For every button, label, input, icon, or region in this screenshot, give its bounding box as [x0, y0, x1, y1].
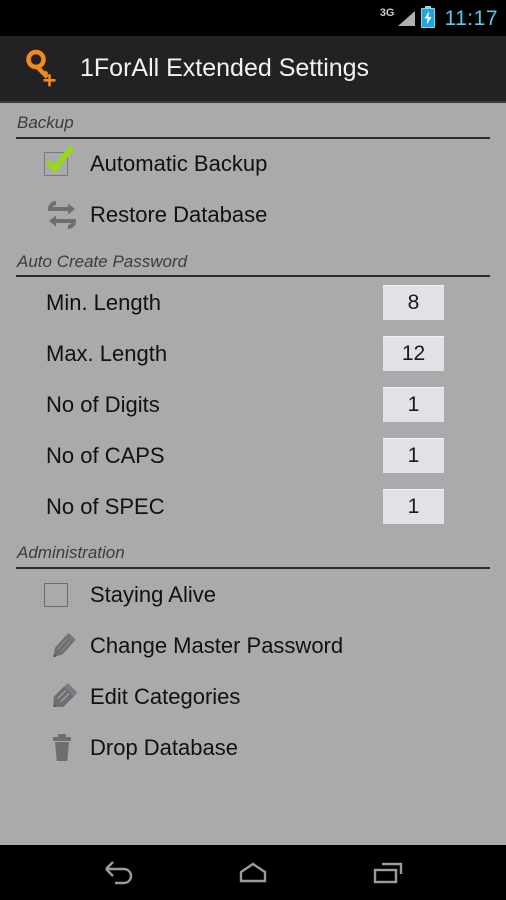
section-header-backup: Backup: [0, 105, 506, 139]
status-bar: 3G 11:17: [0, 0, 506, 36]
recents-glyph: [374, 862, 403, 883]
setting-row-max-length[interactable]: Max. Length 12: [0, 328, 506, 379]
checkbox-checked-icon[interactable]: [44, 145, 75, 177]
setting-label: Min. Length: [46, 289, 161, 315]
settings-list[interactable]: Backup Automatic Backup Restore Database…: [0, 105, 506, 845]
section-header-administration: Administration: [0, 532, 506, 570]
section-title: Backup: [17, 113, 74, 132]
section-title: Auto Create Password: [17, 251, 188, 271]
signal-bars-icon: [397, 10, 415, 26]
restore-loop-glyph: [48, 201, 76, 230]
setting-row-no-of-caps[interactable]: No of CAPS 1: [0, 430, 506, 481]
no-of-caps-input[interactable]: 1: [383, 438, 444, 474]
setting-label: Edit Categories: [90, 683, 241, 709]
setting-label: No of SPEC: [46, 493, 165, 519]
no-of-spec-input[interactable]: 1: [383, 489, 444, 525]
setting-row-no-of-spec[interactable]: No of SPEC 1: [0, 481, 506, 532]
pencil-icon: [44, 629, 80, 663]
navigation-bar: [0, 845, 506, 900]
setting-row-automatic-backup[interactable]: Automatic Backup: [0, 139, 506, 190]
home-glyph: [239, 862, 267, 882]
setting-row-drop-database[interactable]: Drop Database: [0, 722, 506, 773]
battery-charging-icon: [420, 6, 435, 28]
min-length-input[interactable]: 8: [383, 285, 444, 321]
action-bar: 1ForAll Extended Settings: [0, 36, 506, 103]
setting-label: Restore Database: [90, 202, 268, 228]
setting-label: Drop Database: [90, 734, 238, 760]
setting-row-staying-alive[interactable]: Staying Alive: [0, 569, 506, 620]
clock-label: 11:17: [444, 6, 498, 30]
page-title: 1ForAll Extended Settings: [80, 54, 370, 82]
setting-label: Automatic Backup: [90, 151, 268, 177]
checkbox-unchecked-icon[interactable]: [44, 582, 68, 607]
pencil-eraser-icon: [44, 680, 80, 714]
restore-loop-icon: [44, 198, 80, 232]
setting-label: No of Digits: [46, 391, 160, 417]
no-of-digits-input[interactable]: 1: [383, 387, 444, 423]
section-header-auto-create-password: Auto Create Password: [0, 241, 506, 278]
key-plus-glyph: [26, 49, 56, 86]
network-type-label: 3G: [379, 6, 395, 19]
setting-row-restore-database[interactable]: Restore Database: [0, 190, 506, 241]
max-length-input[interactable]: 12: [383, 336, 444, 372]
setting-row-min-length[interactable]: Min. Length 8: [0, 277, 506, 328]
key-plus-icon[interactable]: [22, 49, 62, 89]
trash-glyph: [53, 733, 71, 761]
setting-row-change-master-password[interactable]: Change Master Password: [0, 620, 506, 671]
setting-label: No of CAPS: [46, 442, 165, 468]
check-glyph: [45, 145, 75, 174]
back-icon[interactable]: [83, 853, 153, 893]
setting-label: Change Master Password: [90, 632, 344, 658]
trash-icon: [44, 731, 80, 765]
setting-row-edit-categories[interactable]: Edit Categories: [0, 671, 506, 722]
setting-label: Max. Length: [46, 340, 168, 366]
android-screen: 3G 11:17 1ForAll Extended Settings Backu…: [0, 0, 506, 900]
status-icons: 3G 11:17: [379, 6, 498, 30]
recents-icon[interactable]: [353, 853, 423, 893]
section-title: Administration: [17, 543, 125, 563]
back-glyph: [104, 860, 132, 884]
setting-label: Staying Alive: [90, 581, 216, 607]
setting-row-no-of-digits[interactable]: No of Digits 1: [0, 379, 506, 430]
home-icon[interactable]: [218, 853, 288, 893]
bolt-glyph: [424, 11, 431, 25]
pencil-eraser-glyph: [53, 683, 77, 707]
pencil-glyph: [53, 632, 76, 657]
